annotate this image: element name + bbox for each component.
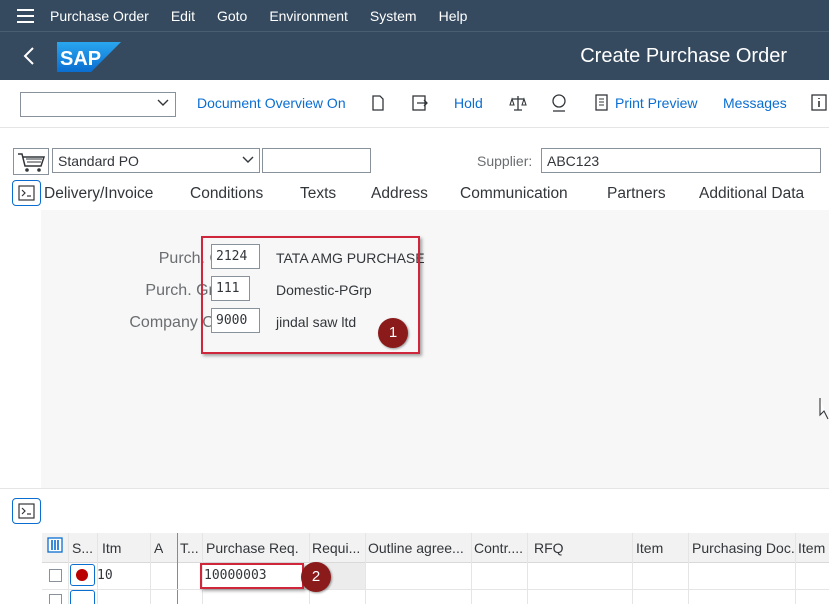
tab-address[interactable]: Address [371,185,428,203]
tab-delivery-invoice[interactable]: Delivery/Invoice [44,185,153,203]
new-document-icon[interactable] [369,93,389,113]
collapse-items-button[interactable] [12,498,41,524]
chevron-down-icon [157,96,169,113]
hold-button[interactable]: Hold [454,95,483,111]
menu-edit[interactable]: Edit [171,8,195,24]
display-document-icon[interactable] [549,93,569,113]
col-header-account[interactable]: A [154,540,163,556]
menu-bar: Purchase Order Edit Goto Environment Sys… [0,0,829,31]
toolbar: Document Overview On Hold Print Preview … [0,80,829,128]
tab-partners[interactable]: Partners [607,185,666,203]
print-preview-button[interactable]: Print Preview [615,95,697,111]
back-arrow-icon[interactable] [22,45,42,67]
supplier-label: Supplier: [477,153,533,169]
tab-texts[interactable]: Texts [300,185,336,203]
page-title: Create Purchase Order [580,45,787,67]
menu-environment[interactable]: Environment [269,8,348,24]
step-marker-1: 1 [378,318,408,348]
col-header-type[interactable]: T... [180,540,202,556]
supplier-field[interactable]: ABC123 [541,148,821,173]
menu-purchase-order[interactable]: Purchase Order [50,8,149,24]
col-header-purchasing-doc[interactable]: Purchasing Doc. [692,540,796,556]
col-header-doc-item[interactable]: Item [798,540,825,556]
col-header-rfq-item[interactable]: Item [636,540,663,556]
tab-additional-data[interactable]: Additional Data [699,185,804,203]
document-type-select[interactable]: Standard PO [52,148,260,173]
tab-conditions[interactable]: Conditions [190,185,263,203]
org-data-panel: Purch. Org.: 2124 TATA AMG PURCHASE Purc… [41,210,829,488]
shell-header: SAP Create Purchase Order [0,31,829,80]
col-header-item[interactable]: Itm [102,540,121,556]
mouse-cursor-icon [819,397,829,426]
document-overview-button[interactable]: Document Overview On [197,95,346,111]
info-icon[interactable] [810,93,829,113]
col-header-contract[interactable]: Contr.... [474,540,526,556]
chevron-down-icon [242,153,254,170]
menu-goto[interactable]: Goto [217,8,247,24]
menu-help[interactable]: Help [439,8,468,24]
hamburger-menu-icon[interactable] [0,0,50,31]
check-balance-icon[interactable] [508,93,528,113]
toolbar-dropdown[interactable] [20,92,176,117]
print-preview-icon[interactable] [593,93,613,113]
col-header-requisitioner[interactable]: Requi... [312,540,364,556]
switch-document-icon[interactable] [410,93,430,113]
col-header-purchase-req[interactable]: Purchase Req. [206,540,299,556]
messages-button[interactable]: Messages [723,95,787,111]
shopping-cart-icon[interactable] [13,148,49,175]
menu-system[interactable]: System [370,8,417,24]
svg-text:SAP: SAP [60,48,101,70]
collapse-header-button[interactable] [12,180,41,206]
row-status-button[interactable] [70,564,95,586]
sap-logo: SAP [57,42,121,72]
col-header-outline-agreement[interactable]: Outline agree... [368,540,468,556]
highlight-box-purchase-req [200,563,304,589]
row-select-checkbox[interactable] [49,594,62,604]
document-number-field[interactable] [262,148,371,173]
column-settings-icon[interactable] [47,537,63,558]
tab-communication[interactable]: Communication [460,185,568,203]
error-status-icon [76,569,88,581]
step-marker-2: 2 [301,562,331,592]
row-select-checkbox[interactable] [49,569,62,582]
row-status-button[interactable] [70,590,95,604]
col-header-status[interactable]: S... [72,540,98,556]
item-number-cell[interactable]: 10 [97,568,113,583]
col-header-rfq[interactable]: RFQ [534,540,564,556]
left-strip [0,210,41,488]
